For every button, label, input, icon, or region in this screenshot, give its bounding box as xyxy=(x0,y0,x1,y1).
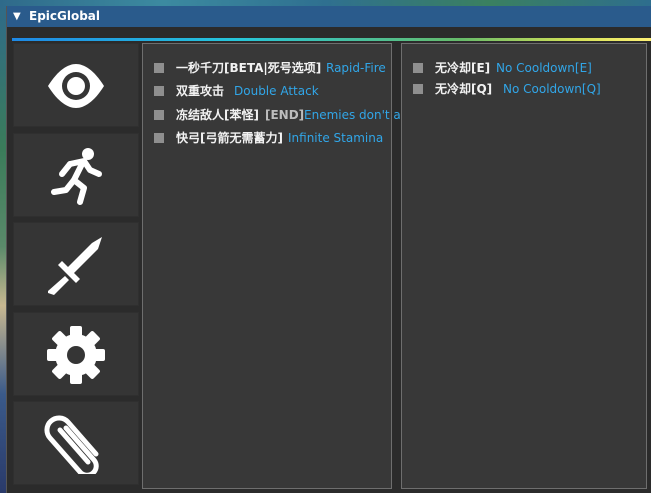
rainbow-divider xyxy=(12,38,651,41)
hotkey-label: [END] xyxy=(265,108,305,122)
collapse-arrow-icon[interactable]: ▼ xyxy=(13,6,21,27)
sidebar-tab-misc[interactable] xyxy=(13,401,139,485)
gear-icon xyxy=(47,326,105,384)
sword-icon xyxy=(48,237,102,295)
sidebar-tab-movement[interactable] xyxy=(13,133,139,217)
sidebar-tab-combat[interactable] xyxy=(13,222,139,306)
checkbox[interactable] xyxy=(154,133,164,143)
sidebar-tab-visuals[interactable] xyxy=(13,43,139,127)
options-panel-right[interactable]: 无冷却[E] No Cooldown[E] 无冷却[Q] No Cooldown… xyxy=(401,43,647,489)
checkbox[interactable] xyxy=(413,84,423,94)
running-man-icon xyxy=(51,148,102,205)
sidebar-tab-settings[interactable] xyxy=(13,312,139,396)
checkbox[interactable] xyxy=(154,63,164,73)
eye-icon xyxy=(48,64,104,108)
options-panel-left[interactable]: 一秒千刀[BETA|死号选项] Rapid-Fire 双重攻击 Double A… xyxy=(142,43,514,489)
checkbox[interactable] xyxy=(413,63,423,73)
checkbox[interactable] xyxy=(154,86,164,96)
title-bar[interactable]: ▼ EpicGlobal xyxy=(7,6,651,27)
window-title: EpicGlobal xyxy=(29,9,101,23)
paperclip-icon xyxy=(44,415,99,474)
cheat-menu-window: ▼ EpicGlobal 一秒千刀[BETA|死号选项] Rapid-Fire … xyxy=(6,6,651,493)
checkbox[interactable] xyxy=(154,110,164,120)
